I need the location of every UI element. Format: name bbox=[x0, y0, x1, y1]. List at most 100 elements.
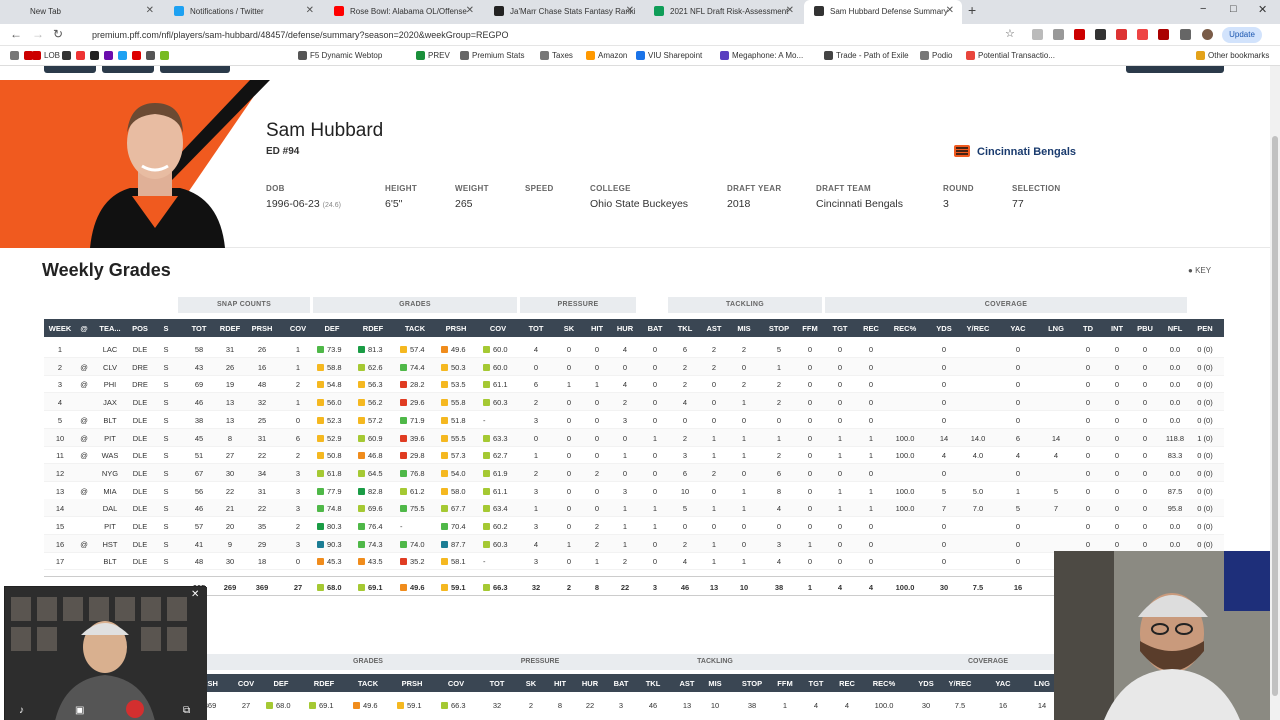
column-header[interactable]: WEEK bbox=[49, 324, 72, 333]
bookmark-favicon-icon[interactable] bbox=[146, 51, 155, 60]
new-tab-icon[interactable]: + bbox=[968, 2, 976, 18]
secondary-column-header[interactable]: MIS bbox=[708, 679, 721, 688]
bookmark-item[interactable]: Podio bbox=[932, 51, 952, 60]
bookmark-item[interactable]: LOB bbox=[44, 51, 60, 60]
column-header[interactable]: BAT bbox=[648, 324, 663, 333]
column-header[interactable]: COV bbox=[290, 324, 306, 333]
secondary-column-header[interactable]: TACK bbox=[358, 679, 378, 688]
column-header[interactable]: PEN bbox=[1197, 324, 1212, 333]
column-header[interactable]: DEF bbox=[325, 324, 340, 333]
secondary-column-header[interactable]: Y/REC bbox=[949, 679, 972, 688]
column-header[interactable]: Y/REC bbox=[967, 324, 990, 333]
bookmark-favicon-icon[interactable] bbox=[118, 51, 127, 60]
column-header[interactable]: TKL bbox=[678, 324, 693, 333]
column-header[interactable]: NFL bbox=[1168, 324, 1183, 333]
table-row[interactable]: 16 @ HST DLE S 41 9 29 3 90.3 74.3 74.0 87.7 60.3 4 1 2 1… bbox=[44, 534, 1224, 553]
table-row[interactable]: 11 @ WAS DLE S 51 27 22 2 50.8 46.8 29.8 57.3 62.7 1 0 0… bbox=[44, 446, 1224, 465]
extension-icon[interactable] bbox=[1032, 29, 1043, 40]
secondary-column-header[interactable]: HUR bbox=[582, 679, 598, 688]
nav-button[interactable] bbox=[160, 66, 230, 73]
secondary-column-header[interactable]: HIT bbox=[554, 679, 566, 688]
maximize-icon[interactable]: □ bbox=[1230, 3, 1237, 15]
close-icon[interactable]: ✕ bbox=[786, 5, 794, 16]
column-header[interactable]: @ bbox=[80, 324, 87, 333]
secondary-column-header[interactable]: TKL bbox=[646, 679, 661, 688]
close-icon[interactable]: ✕ bbox=[191, 589, 199, 600]
column-header[interactable]: TGT bbox=[833, 324, 848, 333]
secondary-column-header[interactable]: REC% bbox=[873, 679, 896, 688]
browser-tab[interactable]: Ja'Marr Chase Stats Fantasy Ranki ✕ bbox=[484, 0, 642, 24]
bookmark-item[interactable]: F5 Dynamic Webtop bbox=[310, 51, 382, 60]
browser-tab[interactable]: Notifications / Twitter ✕ bbox=[164, 0, 322, 24]
extension-icon[interactable] bbox=[1137, 29, 1148, 40]
bookmark-favicon-icon[interactable] bbox=[132, 51, 141, 60]
bookmark-item[interactable]: Trade - Path of Exile bbox=[836, 51, 909, 60]
browser-tab[interactable]: New Tab ✕ bbox=[4, 0, 162, 24]
bookmark-item[interactable]: Premium Stats bbox=[472, 51, 524, 60]
close-window-icon[interactable]: ✕ bbox=[1258, 3, 1267, 16]
column-header[interactable]: YDS bbox=[936, 324, 951, 333]
table-row[interactable]: 3 @ PHI DRE S 69 19 48 2 54.8 56.3 28.2 53.5 61.1 6 1 1 4… bbox=[44, 375, 1224, 394]
column-header[interactable]: RDEF bbox=[220, 324, 240, 333]
column-header[interactable]: HIT bbox=[591, 324, 603, 333]
nav-button[interactable] bbox=[1126, 66, 1224, 73]
table-row[interactable]: 14 DAL DLE S 46 21 22 3 74.8 69.6 75.5 67.7 63.4 1 0 0 1… bbox=[44, 499, 1224, 518]
column-header[interactable]: PRSH bbox=[446, 324, 467, 333]
column-header[interactable]: SK bbox=[564, 324, 574, 333]
secondary-column-header[interactable]: AST bbox=[680, 679, 695, 688]
column-header[interactable]: REC bbox=[863, 324, 879, 333]
update-button[interactable]: Update bbox=[1222, 27, 1262, 43]
reload-icon[interactable]: ↻ bbox=[53, 27, 63, 41]
column-header[interactable]: TACK bbox=[405, 324, 425, 333]
table-row[interactable]: 10 @ PIT DLE S 45 8 31 6 52.9 60.9 39.6 55.5 63.3 0 0 0 0… bbox=[44, 428, 1224, 447]
column-header[interactable]: INT bbox=[1111, 324, 1123, 333]
column-header[interactable]: FFM bbox=[802, 324, 817, 333]
secondary-column-header[interactable]: PRSH bbox=[402, 679, 423, 688]
column-header[interactable]: AST bbox=[707, 324, 722, 333]
bookmark-favicon-icon[interactable] bbox=[90, 51, 99, 60]
forward-icon[interactable]: → bbox=[32, 27, 44, 41]
close-icon[interactable]: ✕ bbox=[466, 5, 474, 16]
expand-icon[interactable]: ⧉ bbox=[183, 705, 190, 716]
column-header[interactable]: TOT bbox=[192, 324, 207, 333]
bookmark-item[interactable]: Amazon bbox=[598, 51, 627, 60]
bookmark-item[interactable]: Taxes bbox=[552, 51, 573, 60]
bookmark-favicon-icon[interactable] bbox=[104, 51, 113, 60]
page-scrollbar[interactable] bbox=[1270, 66, 1280, 720]
nav-button[interactable] bbox=[44, 66, 96, 73]
bookmark-favicon-icon[interactable] bbox=[76, 51, 85, 60]
table-row[interactable]: 13 @ MIA DLE S 56 22 31 3 77.9 82.8 61.2 58.0 61.1 3 0 0… bbox=[44, 482, 1224, 500]
column-header[interactable]: TOT bbox=[529, 324, 544, 333]
bookmark-item[interactable]: Megaphone: A Mo... bbox=[732, 51, 803, 60]
browser-tab[interactable]: 2021 NFL Draft Risk-Assessment ✕ bbox=[644, 0, 802, 24]
secondary-column-header[interactable]: STOP bbox=[742, 679, 762, 688]
profile-avatar-icon[interactable] bbox=[1202, 29, 1213, 40]
bookmark-favicon-icon[interactable] bbox=[160, 51, 169, 60]
secondary-column-header[interactable]: BAT bbox=[614, 679, 629, 688]
url-field[interactable]: premium.pff.com/nfl/players/sam-hubbard/… bbox=[78, 27, 1018, 43]
browser-tab[interactable]: Sam Hubbard Defense Summary ✕ bbox=[804, 0, 962, 24]
nav-button[interactable] bbox=[102, 66, 154, 73]
table-row[interactable]: 4 JAX DLE S 46 13 32 1 56.0 56.2 29.6 55.8 60.3 2 0 0 2 0… bbox=[44, 393, 1224, 412]
bookmark-item[interactable]: VIU Sharepoint bbox=[648, 51, 702, 60]
table-row[interactable]: 5 @ BLT DLE S 38 13 25 0 52.3 57.2 71.9 51.8 - 3 0 0 3 0 0 0… bbox=[44, 411, 1224, 429]
bookmark-favicon-icon[interactable] bbox=[62, 51, 71, 60]
extension-icon[interactable] bbox=[1095, 29, 1106, 40]
column-header[interactable]: STOP bbox=[769, 324, 789, 333]
secondary-column-header[interactable]: RDEF bbox=[314, 679, 334, 688]
scrollbar-thumb[interactable] bbox=[1272, 136, 1278, 696]
extension-icon[interactable] bbox=[1074, 29, 1085, 40]
secondary-column-header[interactable]: YDS bbox=[918, 679, 933, 688]
bookmark-item[interactable]: Other bookmarks bbox=[1208, 51, 1269, 60]
close-icon[interactable]: ✕ bbox=[306, 5, 314, 16]
secondary-column-header[interactable]: COV bbox=[238, 679, 254, 688]
secondary-column-header[interactable]: FFM bbox=[777, 679, 792, 688]
column-header[interactable]: MIS bbox=[737, 324, 750, 333]
secondary-column-header[interactable]: REC bbox=[839, 679, 855, 688]
bookmark-star-icon[interactable]: ☆ bbox=[1005, 27, 1015, 40]
key-button[interactable]: ● KEY bbox=[1188, 266, 1211, 275]
column-header[interactable]: S bbox=[163, 324, 168, 333]
microphone-icon[interactable]: ♪ bbox=[19, 705, 24, 716]
extension-icon[interactable] bbox=[1053, 29, 1064, 40]
secondary-column-header[interactable]: YAC bbox=[995, 679, 1010, 688]
